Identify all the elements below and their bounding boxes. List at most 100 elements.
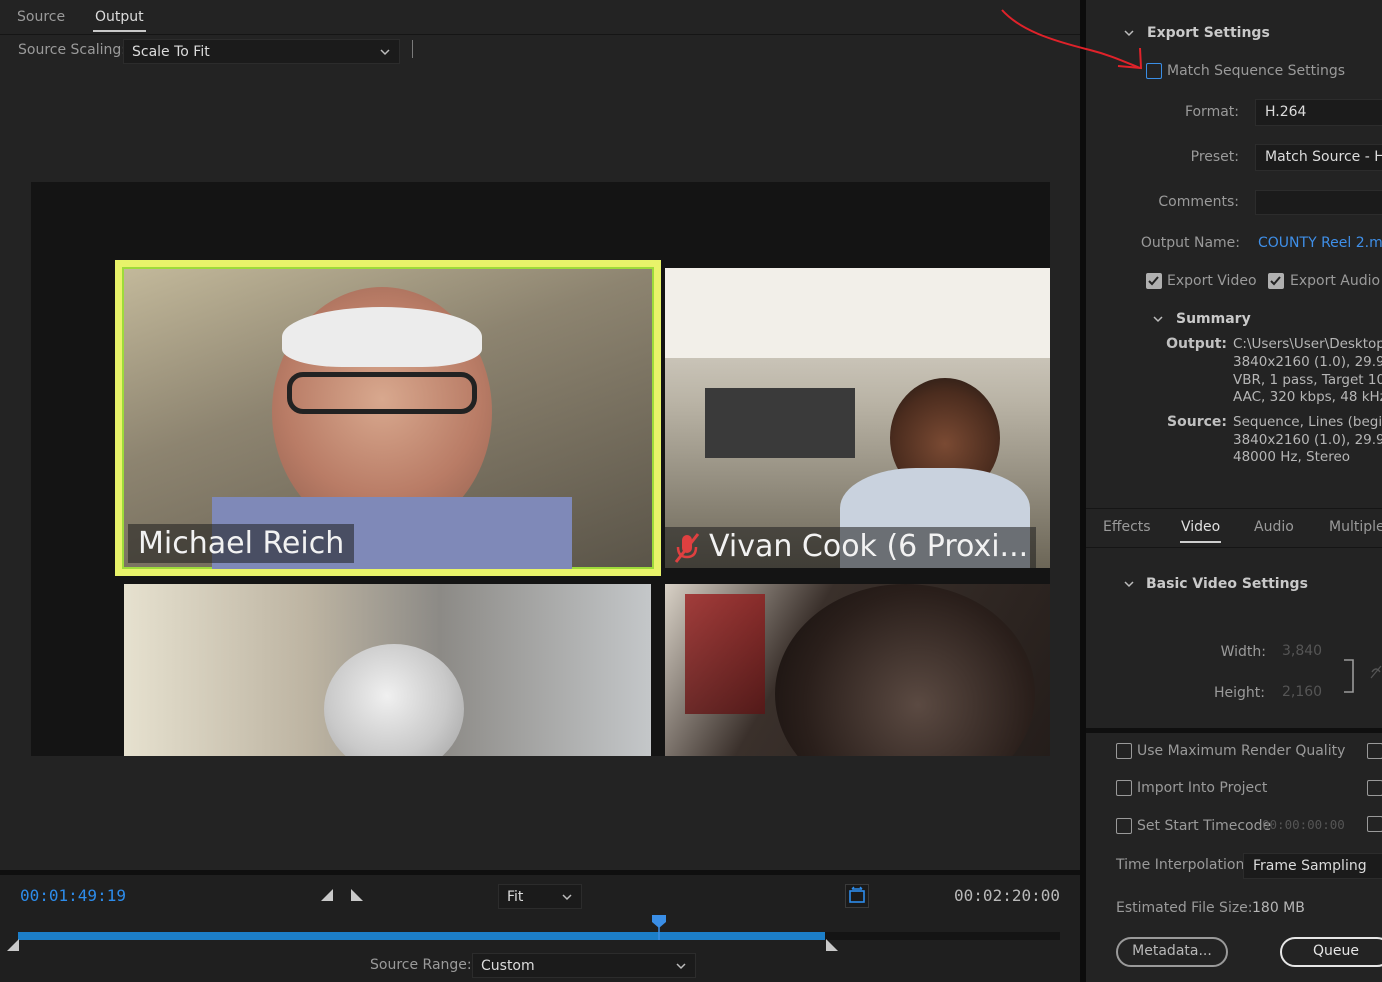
width-label: Width: bbox=[1220, 644, 1266, 660]
summary-source-line: 48000 Hz, Stereo bbox=[1233, 449, 1351, 465]
range-end-handle-icon[interactable] bbox=[825, 938, 839, 952]
comments-label: Comments: bbox=[1158, 194, 1239, 210]
participant-image bbox=[775, 584, 1035, 756]
desk-shape bbox=[705, 388, 855, 458]
summary-source-line: Sequence, Lines (begin) bbox=[1233, 414, 1382, 430]
chevron-down-icon bbox=[562, 894, 572, 901]
export-settings-panel: Export Settings Match Sequence Settings … bbox=[1086, 0, 1382, 982]
source-scaling-label: Source Scaling: bbox=[18, 42, 126, 58]
chevron-down-icon bbox=[380, 49, 390, 56]
glasses-shape bbox=[287, 372, 477, 414]
aspect-ratio-icon bbox=[849, 886, 865, 903]
comments-input[interactable] bbox=[1255, 190, 1382, 215]
preset-dropdown[interactable]: Match Source - Hig bbox=[1255, 144, 1382, 171]
option-checkbox[interactable] bbox=[1367, 816, 1382, 832]
export-video-checkbox[interactable] bbox=[1146, 273, 1162, 289]
output-name-link[interactable]: COUNTY Reel 2.mp4 bbox=[1258, 235, 1382, 251]
file-size-label: Estimated File Size: bbox=[1116, 900, 1253, 916]
set-out-point-icon[interactable] bbox=[350, 888, 364, 902]
export-settings-heading: Export Settings bbox=[1147, 25, 1270, 41]
timeline-range-fill bbox=[18, 932, 825, 940]
chevron-down-icon[interactable] bbox=[1123, 27, 1135, 39]
timeline-track[interactable] bbox=[18, 932, 1060, 940]
summary-output-line: VBR, 1 pass, Target 10.0 bbox=[1233, 372, 1382, 388]
checkmark-icon bbox=[1270, 276, 1281, 286]
export-audio-checkbox[interactable] bbox=[1268, 273, 1284, 289]
microphone-muted-icon bbox=[674, 532, 700, 563]
match-sequence-checkbox[interactable] bbox=[1146, 63, 1162, 79]
participant-hair bbox=[282, 307, 482, 367]
set-in-point-icon[interactable] bbox=[320, 888, 334, 902]
source-scaling-value: Scale To Fit bbox=[132, 44, 210, 60]
participant-image bbox=[324, 644, 464, 756]
constrain-proportions-icon[interactable] bbox=[1370, 664, 1382, 680]
export-video-label[interactable]: Export Video bbox=[1167, 273, 1257, 289]
participant-name-tag: Michael Reich bbox=[128, 524, 355, 563]
background-shape bbox=[685, 594, 765, 714]
zoom-value: Fit bbox=[507, 889, 524, 905]
tab-effects[interactable]: Effects bbox=[1103, 519, 1151, 535]
set-start-timecode-checkbox[interactable] bbox=[1116, 818, 1132, 834]
aspect-ratio-button[interactable] bbox=[845, 884, 869, 908]
chevron-down-icon[interactable] bbox=[1123, 578, 1135, 590]
toolbar-divider bbox=[412, 40, 413, 58]
format-label: Format: bbox=[1184, 104, 1239, 120]
time-interpolation-label: Time Interpolation: bbox=[1116, 857, 1250, 873]
summary-output-line: C:\Users\User\Desktop\C bbox=[1233, 336, 1382, 352]
set-start-timecode-label[interactable]: Set Start Timecode bbox=[1137, 818, 1271, 834]
import-into-project-checkbox[interactable] bbox=[1116, 780, 1132, 796]
max-render-quality-checkbox[interactable] bbox=[1116, 743, 1132, 759]
source-range-label: Source Range: bbox=[370, 957, 472, 973]
summary-output-line: AAC, 320 kbps, 48 kHz, S bbox=[1233, 389, 1382, 405]
video-tile-participant: Vivan Cook (6 Proxi... bbox=[665, 268, 1050, 568]
import-into-project-label[interactable]: Import Into Project bbox=[1137, 780, 1267, 796]
chevron-down-icon[interactable] bbox=[1152, 313, 1164, 325]
participant-name-tag: Vivan Cook (6 Proxi... bbox=[665, 527, 1037, 568]
max-render-quality-label[interactable]: Use Maximum Render Quality bbox=[1137, 743, 1345, 759]
option-checkbox[interactable] bbox=[1367, 780, 1382, 796]
file-size-value: 180 MB bbox=[1252, 900, 1305, 916]
summary-output-key: Output: bbox=[1166, 336, 1227, 352]
tab-source[interactable]: Source bbox=[17, 9, 65, 25]
match-sequence-label[interactable]: Match Sequence Settings bbox=[1167, 63, 1345, 79]
source-range-value: Custom bbox=[481, 958, 535, 974]
queue-button[interactable]: Queue bbox=[1280, 937, 1382, 967]
chevron-down-icon bbox=[676, 963, 686, 970]
range-start-handle-icon[interactable] bbox=[6, 938, 20, 952]
output-name-label: Output Name: bbox=[1140, 235, 1240, 251]
panel-tabs: Source Output bbox=[0, 0, 1080, 35]
video-tile-participant bbox=[124, 584, 651, 756]
summary-source-key: Source: bbox=[1167, 414, 1227, 430]
section-divider bbox=[1086, 728, 1382, 733]
export-audio-label[interactable]: Export Audio bbox=[1290, 273, 1380, 289]
time-interpolation-dropdown[interactable]: Frame Sampling bbox=[1243, 853, 1382, 879]
tab-video[interactable]: Video bbox=[1179, 519, 1222, 543]
preset-label: Preset: bbox=[1190, 149, 1239, 165]
tab-multiplexer[interactable]: Multiple bbox=[1329, 519, 1382, 535]
output-panel: Source Output Source Scaling: Scale To F… bbox=[0, 0, 1080, 982]
width-value[interactable]: 3,840 bbox=[1282, 643, 1322, 659]
ceiling-shape bbox=[665, 268, 1050, 358]
summary-output-line: 3840x2160 (1.0), 29.97 bbox=[1233, 354, 1382, 370]
option-checkbox[interactable] bbox=[1367, 743, 1382, 759]
basic-video-heading: Basic Video Settings bbox=[1146, 576, 1308, 592]
format-dropdown[interactable]: H.264 bbox=[1255, 99, 1382, 126]
zoom-dropdown[interactable]: Fit bbox=[498, 884, 582, 909]
video-preview: Michael Reich Vivan Cook (6 Proxi... bbox=[31, 182, 1050, 756]
total-duration: 00:02:20:00 bbox=[954, 886, 1060, 905]
tab-audio[interactable]: Audio bbox=[1254, 519, 1294, 535]
summary-source-line: 3840x2160 (1.0), 29.97 bbox=[1233, 432, 1382, 448]
start-timecode-value[interactable]: 00:00:00:00 bbox=[1262, 817, 1345, 832]
settings-tabs: Effects Video Audio Multiple bbox=[1086, 508, 1382, 548]
height-label: Height: bbox=[1214, 685, 1265, 701]
source-range-dropdown[interactable]: Custom bbox=[472, 953, 696, 978]
source-scaling-dropdown[interactable]: Scale To Fit bbox=[123, 39, 400, 64]
link-bracket-icon bbox=[1344, 659, 1354, 693]
current-timecode[interactable]: 00:01:49:19 bbox=[20, 886, 126, 905]
playhead-icon[interactable] bbox=[651, 914, 667, 940]
tab-output[interactable]: Output bbox=[93, 9, 146, 32]
video-tile-speaker: Michael Reich bbox=[115, 260, 661, 576]
participant-name: Vivan Cook (6 Proxi... bbox=[709, 529, 1029, 564]
height-value[interactable]: 2,160 bbox=[1282, 684, 1322, 700]
metadata-button[interactable]: Metadata... bbox=[1116, 937, 1228, 967]
